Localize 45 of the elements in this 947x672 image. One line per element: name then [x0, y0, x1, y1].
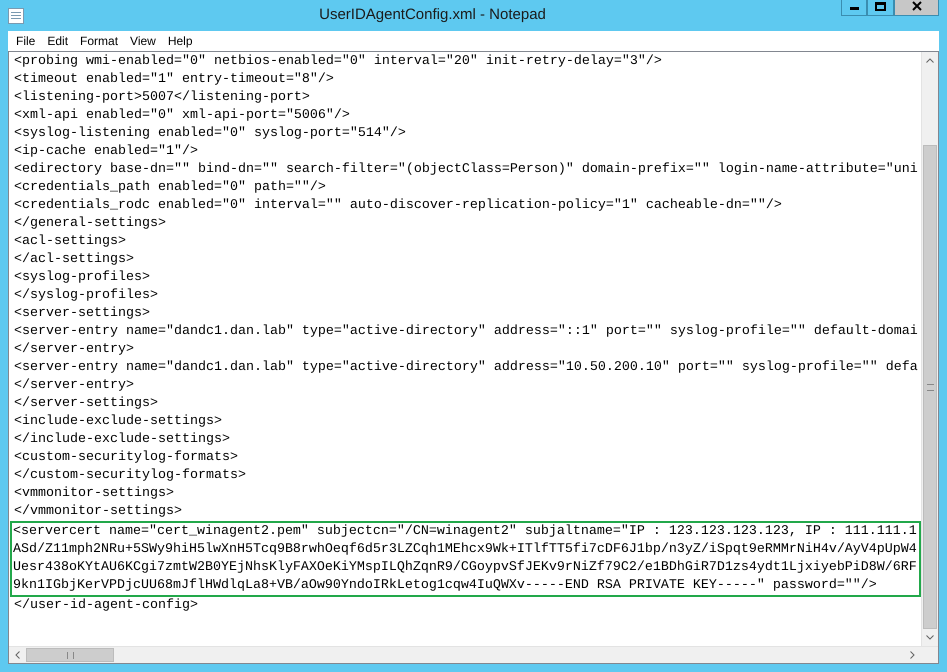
minimize-button[interactable] — [841, 0, 867, 16]
menu-item[interactable]: File — [10, 32, 42, 50]
code-line: 9kn1IGbjKerVPDjcUU68mJflHWdlqLa8+VB/aOw90YndoIRkLetog1cqw4IuQWXv-----END RSA PRIVATE KEY-----" password=""/> — [13, 577, 877, 595]
code-line: <server-entry name="dandc1.dan.lab" type="active-directory" address="10.50.200.10" port="" syslog-profile="" defa — [14, 359, 918, 377]
close-icon — [912, 1, 922, 11]
code-line: <server-entry name="dandc1.dan.lab" type="active-directory" address="::1" port="" syslog-profile="" default-domai — [14, 323, 918, 341]
code-line: </general-settings> — [14, 215, 166, 233]
code-line: </server-settings> — [14, 395, 158, 413]
menu-item[interactable]: Edit — [41, 32, 74, 50]
vertical-scrollbar[interactable] — [921, 52, 938, 646]
code-line: </server-entry> — [14, 341, 134, 359]
code-line: <probing wmi-enabled="0" netbios-enabled="0" interval="20" init-retry-delay="3"/> — [14, 53, 662, 71]
code-line: <listening-port>5007</listening-port> — [14, 89, 310, 107]
menu-item[interactable]: Help — [162, 32, 199, 50]
code-line: <server-settings> — [14, 305, 150, 323]
code-line: </include-exclude-settings> — [14, 431, 230, 449]
code-line: <credentials_path enabled="0" path=""/> — [14, 179, 326, 197]
window-title: UserIDAgentConfig.xml - Notepad — [319, 5, 546, 26]
code-line: <custom-securitylog-formats> — [14, 449, 238, 467]
close-button[interactable] — [894, 0, 939, 16]
code-line: <syslog-listening enabled="0" syslog-port="514"/> — [14, 125, 406, 143]
code-line: <vmmonitor-settings> — [14, 485, 174, 503]
menu-item[interactable]: Format — [74, 32, 124, 50]
code-line: <acl-settings> — [14, 233, 126, 251]
scroll-thumb[interactable] — [26, 648, 114, 662]
code-line: <syslog-profiles> — [14, 269, 150, 287]
maximize-button[interactable] — [867, 0, 894, 16]
code-line: </server-entry> — [14, 377, 134, 395]
code-line: <timeout enabled="1" entry-timeout="8"/> — [14, 71, 334, 89]
code-line: <edirectory base-dn="" bind-dn="" search-filter="(objectClass=Person)" domain-prefix="" login-name-attribute="uni — [14, 161, 918, 179]
menu-item[interactable]: View — [124, 32, 162, 50]
scroll-thumb[interactable] — [923, 145, 937, 629]
code-line: ASd/Z11mph2NRu+5SWy9hiH5lwXnH5Tcq9B8rwhOeqf6d5r3LZCqh1MEhcx9Wk+ITlfTT5fi7cDF6J1bp/n3yZ/iSpqt9eRMMrNiH4v/AyV4pUpW4 — [13, 541, 917, 559]
code-line: </acl-settings> — [14, 251, 134, 269]
code-line: <ip-cache enabled="1"/> — [14, 143, 198, 161]
code-line: <servercert name="cert_winagent2.pem" subjectcn="/CN=winagent2" subjaltname="IP : 123.123.123.123, IP : 111.111.1 — [13, 523, 917, 541]
code-line: </vmmonitor-settings> — [14, 503, 182, 521]
code-line: <include-exclude-settings> — [14, 413, 222, 431]
code-line: </custom-securitylog-formats> — [14, 467, 246, 485]
code-line: </user-id-agent-config> — [14, 597, 198, 615]
code-line: </syslog-profiles> — [14, 287, 158, 305]
code-line: <xml-api enabled="0" xml-api-port="5006"/> — [14, 107, 350, 125]
code-line: <credentials_rodc enabled="0" interval="" auto-discover-replication-policy="1" cacheable-dn=""/> — [14, 197, 782, 215]
notepad-icon — [8, 8, 24, 24]
code-line: Uesr438oKYtAU6KCgi7zmtW2B0YEjNhsKlyFAXOeKiYMspILQhZqnR9/CGoypvSfJEKv9rNiZf79C2/e1BDhGiR7D1zs4ydt1LjxiyebPiD8W/6RF — [13, 559, 917, 577]
